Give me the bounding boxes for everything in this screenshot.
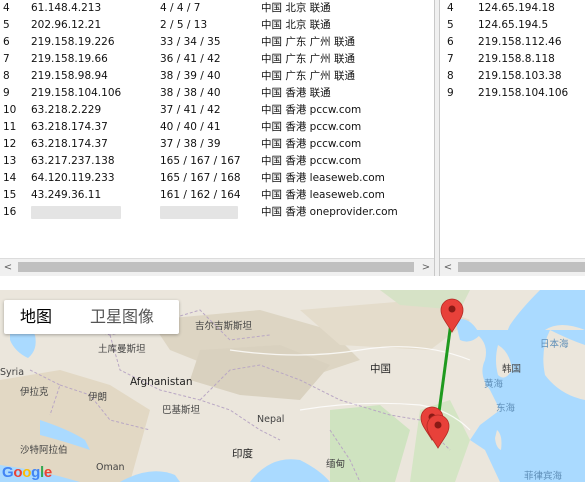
ip-cell: 124.65.194.18 [478,2,555,14]
route-map[interactable]: 地图 卫星图像 吉尔吉斯斯坦 土库曼斯坦 Syria 伊拉克 Afghanist… [0,290,585,482]
map-label: 东海 [496,403,516,414]
location-cell: 中国 香港 pccw.com [261,121,362,133]
scroll-left-arrow-icon[interactable]: < [0,259,16,276]
hop-cell: 7 [3,53,10,65]
hop-cell: 9 [3,87,10,99]
map-label: Afghanistan [130,376,193,388]
location-cell: 中国 北京 联通 [261,19,331,31]
location-cell: 中国 广东 广州 联通 [261,70,356,82]
location-cell: 中国 香港 leaseweb.com [261,172,385,184]
left-horizontal-scrollbar[interactable]: < > [0,258,434,276]
ip-cell: 219.158.104.106 [478,87,569,99]
location-cell: 中国 香港 pccw.com [261,155,362,167]
hop-cell: 16 [3,206,17,218]
right-horizontal-scrollbar[interactable]: < [440,258,585,276]
ip-cell: 219.158.8.118 [478,53,555,65]
latency-cell: 4 / 4 / 7 [160,2,201,14]
latency-cell: 40 / 40 / 41 [160,121,221,133]
hop-cell: 11 [3,121,17,133]
latency-cell: 33 / 34 / 35 [160,36,221,48]
location-cell: 中国 广东 广州 联通 [261,53,356,65]
latency-cell: 2 / 5 / 13 [160,19,208,31]
ip-cell: 219.158.103.38 [478,70,562,82]
map-label: 中国 [370,363,391,375]
map-label: 伊拉克 [20,387,49,398]
hop-cell: 9 [447,87,454,99]
latency-cell: 36 / 41 / 42 [160,53,221,65]
hop-cell: 4 [447,2,454,14]
location-cell: 中国 广东 广州 联通 [261,36,356,48]
latency-cell: 165 / 167 / 167 [160,155,241,167]
hop-cell: 4 [3,2,10,14]
location-cell: 中国 北京 联通 [261,2,331,14]
scroll-right-arrow-icon[interactable]: > [418,259,434,276]
latency-cell: 37 / 41 / 42 [160,104,221,116]
map-view-button[interactable]: 地图 [20,300,52,334]
map-label: 日本海 [540,339,569,350]
ip-cell: 63.218.174.37 [31,121,108,133]
hop-cell: 8 [447,70,454,82]
latency-cell: 38 / 38 / 40 [160,87,221,99]
hop-cell: 14 [3,172,17,184]
hop-cell: 8 [3,70,10,82]
latency-cell: 161 / 162 / 164 [160,189,241,201]
map-label: 土库曼斯坦 [98,344,146,355]
map-label: 巴基斯坦 [162,405,201,416]
map-label: Syria [0,367,25,378]
hop-cell: 6 [3,36,10,48]
latency-cell: 38 / 39 / 40 [160,70,221,82]
panel-gap [0,276,585,290]
ip-cell: 202.96.12.21 [31,19,102,31]
traceroute-table-right: 4 124.65.194.18 5 124.65.194.5 6 219.158.112.… [440,0,585,258]
hop-cell: 13 [3,155,17,167]
ip-cell: 219.158.19.226 [31,36,115,48]
map-label: 黄海 [484,379,504,390]
map-label: Nepal [257,414,285,425]
location-cell: 中国 香港 leaseweb.com [261,189,385,201]
redacted-ip [31,206,121,219]
ip-cell: 64.120.119.233 [31,172,115,184]
latency-cell: 37 / 38 / 39 [160,138,221,150]
hop-cell: 6 [447,36,454,48]
scrollbar-thumb[interactable] [18,262,414,272]
ip-cell: 43.249.36.11 [31,189,102,201]
ip-cell: 63.217.237.138 [31,155,115,167]
ip-cell: 63.218.174.37 [31,138,108,150]
map-label: 吉尔吉斯斯坦 [195,321,253,332]
scroll-left-arrow-icon[interactable]: < [440,259,456,276]
ip-cell: 219.158.104.106 [31,87,122,99]
location-cell: 中国 香港 pccw.com [261,138,362,150]
ip-cell: 219.158.19.66 [31,53,108,65]
map-label: 伊朗 [88,392,108,403]
hop-cell: 7 [447,53,454,65]
ip-cell: 61.148.4.213 [31,2,102,14]
scrollbar-thumb[interactable] [458,262,585,272]
ip-cell: 63.218.2.229 [31,104,102,116]
map-type-control: 地图 卫星图像 [4,300,179,334]
map-label: 韩国 [502,364,522,375]
map-label: 缅甸 [326,459,346,470]
ip-cell: 219.158.112.46 [478,36,562,48]
map-label: 沙特阿拉伯 [20,445,68,456]
satellite-view-button[interactable]: 卫星图像 [90,300,154,334]
ip-cell: 124.65.194.5 [478,19,549,31]
map-label: 菲律宾海 [524,471,563,482]
hop-cell: 15 [3,189,17,201]
map-label: 印度 [232,448,253,460]
latency-cell: 165 / 167 / 168 [160,172,241,184]
google-logo: Google [2,464,52,481]
ip-cell: 219.158.98.94 [31,70,108,82]
hop-cell: 5 [447,19,454,31]
location-cell: 中国 香港 oneprovider.com [261,206,398,218]
map-label: Oman [96,462,125,473]
redacted-latency [160,206,238,219]
hop-cell: 12 [3,138,17,150]
hop-cell: 10 [3,104,17,116]
location-cell: 中国 香港 pccw.com [261,104,362,116]
location-cell: 中国 香港 联通 [261,87,331,99]
hop-cell: 5 [3,19,10,31]
traceroute-table-left: 4 61.148.4.213 4 / 4 / 7 中国 北京 联通 5 202.96.12… [0,0,434,258]
